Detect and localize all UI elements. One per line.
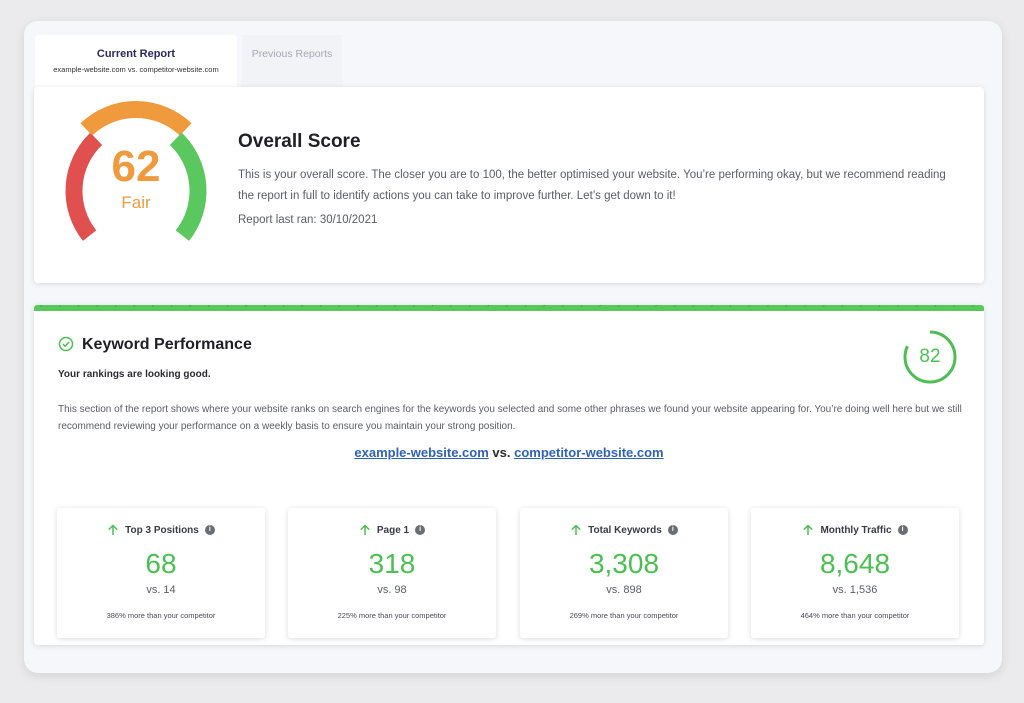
stat-note: 225% more than your competitor — [337, 611, 447, 620]
keyword-performance-description: This section of the report shows where y… — [58, 404, 962, 432]
keyword-performance-card: ››››››››››››››››››››››››››››››››››››››››… — [34, 305, 984, 645]
stat-note: 269% more than your competitor — [569, 611, 679, 620]
keyword-performance-title: Keyword Performance — [82, 336, 252, 353]
info-icon[interactable]: i — [204, 525, 215, 535]
stat-value: 68 — [145, 548, 177, 579]
overall-score-description: This is your overall score. The closer y… — [238, 169, 946, 202]
stat-note: 464% more than your competitor — [800, 611, 910, 620]
report-last-ran: Report last ran: 30/10/2021 — [238, 214, 378, 226]
info-icon[interactable]: i — [897, 525, 908, 535]
stat-card-top3: Top 3 Positions i 68 vs. 14 386% more th… — [57, 508, 265, 638]
stat-value: 318 — [368, 548, 416, 579]
stat-header: Top 3 Positions i — [57, 524, 265, 536]
info-icon[interactable]: i — [667, 525, 678, 535]
vs-word: vs. — [492, 445, 511, 460]
stat-card-monthly-traffic: Monthly Traffic i 8,648 vs. 1,536 464% m… — [751, 508, 959, 638]
check-circle-icon — [58, 336, 74, 352]
stat-competitor-value: vs. 898 — [606, 584, 642, 596]
arrow-up-icon — [360, 524, 370, 535]
tab-previous-title: Previous Reports — [251, 48, 333, 60]
tab-previous-reports[interactable]: Previous Reports — [242, 35, 342, 90]
progress-stripe: ››››››››››››››››››››››››››››››››››››››››… — [34, 305, 984, 311]
stat-value: 8,648 — [819, 548, 891, 579]
site-link[interactable]: example-website.com — [354, 445, 488, 460]
stat-note: 386% more than your competitor — [106, 611, 216, 620]
tab-current-subtitle: example-website.com vs. competitor-websi… — [53, 65, 219, 74]
competitor-link[interactable]: competitor-website.com — [514, 445, 664, 460]
stat-card-page1: Page 1 i 318 vs. 98 225% more than your … — [288, 508, 496, 638]
keyword-performance-subtitle: Your rankings are looking good. — [58, 369, 211, 380]
arrow-up-icon — [571, 524, 581, 535]
stripe-arrows: ››››››››››››››››››››››››››››››››››››››››… — [40, 305, 984, 309]
overall-score-title: Overall Score — [238, 131, 361, 152]
comparison-line: example-website.com vs. competitor-websi… — [34, 445, 984, 460]
tab-current-title: Current Report — [96, 48, 176, 60]
gauge-segment-mid — [80, 101, 192, 136]
info-icon[interactable]: i — [415, 525, 426, 535]
stat-label: Total Keywords — [588, 524, 662, 536]
stat-label: Monthly Traffic — [820, 524, 892, 536]
arrow-up-icon — [108, 524, 118, 535]
stat-header: Page 1 i — [288, 524, 496, 536]
keyword-score-value: 82 — [919, 346, 941, 367]
overall-score-value: 62 — [111, 142, 161, 191]
stat-card-total-keywords: Total Keywords i 3,308 vs. 898 269% more… — [520, 508, 728, 638]
stat-label: Page 1 — [376, 524, 410, 536]
overall-score-rating: Fair — [121, 193, 151, 212]
stat-header: Monthly Traffic i — [751, 524, 959, 536]
report-window: Current Report example-website.com vs. c… — [24, 21, 1002, 673]
stat-competitor-value: vs. 14 — [146, 584, 176, 596]
stat-value: 3,308 — [588, 548, 660, 579]
stat-label: Top 3 Positions — [125, 524, 199, 536]
overall-score-card: 62 Fair Overall Score This is your overa… — [34, 87, 984, 283]
arrow-up-icon — [803, 524, 814, 535]
stat-competitor-value: vs. 1,536 — [832, 584, 878, 596]
tab-current-report[interactable]: Current Report example-website.com vs. c… — [35, 35, 237, 90]
stat-header: Total Keywords i — [520, 524, 728, 536]
stat-competitor-value: vs. 98 — [377, 584, 407, 596]
